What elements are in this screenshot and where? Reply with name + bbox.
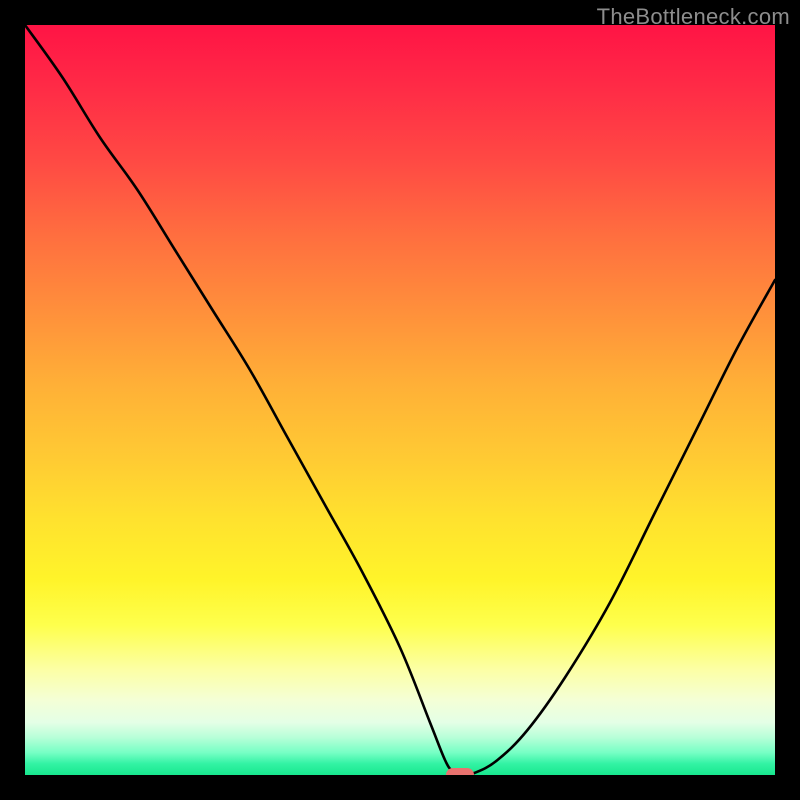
- curve-path: [25, 25, 775, 775]
- chart-frame: TheBottleneck.com: [0, 0, 800, 800]
- optimal-marker: [446, 768, 474, 775]
- plot-area: [25, 25, 775, 775]
- watermark-text: TheBottleneck.com: [597, 4, 790, 30]
- bottleneck-curve: [25, 25, 775, 775]
